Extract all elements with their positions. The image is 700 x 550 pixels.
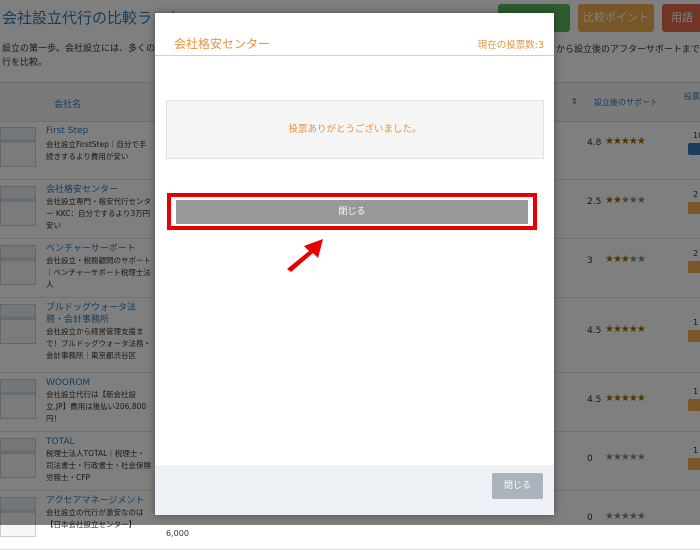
thanks-message-box: 投票ありがとうございました。 <box>166 100 544 159</box>
vote-count-label: 現在の投票数:3 <box>477 40 544 51</box>
red-arrow-pointer-icon <box>287 239 323 272</box>
modal-title: 会社格安センター <box>174 37 271 51</box>
footer-close-button[interactable]: 閉じる <box>492 473 543 499</box>
modal-header: 会社格安センター 現在の投票数:3 <box>155 13 554 56</box>
close-button[interactable]: 閉じる <box>176 200 528 224</box>
thanks-message: 投票ありがとうございました。 <box>288 124 422 135</box>
extra-value: 6,000 <box>166 529 189 538</box>
vote-result-modal: 会社格安センター 現在の投票数:3 投票ありがとうございました。 閉じる 閉じる <box>155 13 554 515</box>
